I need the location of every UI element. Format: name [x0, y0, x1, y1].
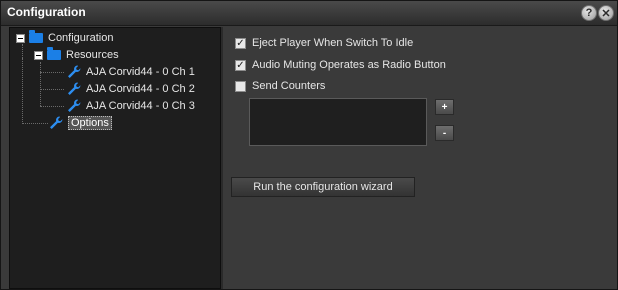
minus-icon: -	[442, 127, 447, 139]
send-counters-checkbox[interactable]	[235, 80, 246, 92]
add-counter-button[interactable]: +	[435, 99, 454, 115]
eject-player-checkbox[interactable]: ✓	[235, 37, 246, 49]
tree-line	[22, 44, 23, 58]
wrench-icon	[50, 116, 63, 129]
tree-line	[22, 58, 23, 122]
run-config-wizard-button[interactable]: Run the configuration wizard	[231, 177, 415, 197]
send-counters-option[interactable]: Send Counters	[235, 78, 325, 94]
tree-label: AJA Corvid44 - 0 Ch 2	[86, 83, 195, 95]
tree-line	[40, 72, 64, 73]
remove-counter-button[interactable]: -	[435, 125, 454, 141]
wrench-icon	[68, 65, 81, 78]
tree-line	[40, 89, 64, 90]
tree-node-configuration[interactable]: Configuration	[16, 30, 113, 46]
help-button[interactable]: ?	[581, 5, 597, 21]
audio-muting-option[interactable]: ✓ Audio Muting Operates as Radio Button	[235, 57, 446, 73]
tree-label: Configuration	[48, 32, 114, 44]
tree-line	[22, 123, 48, 124]
folder-icon	[29, 30, 43, 43]
audio-muting-label: Audio Muting Operates as Radio Button	[252, 59, 446, 71]
audio-muting-checkbox[interactable]: ✓	[235, 59, 246, 71]
tree-node-resources[interactable]: Resources	[34, 47, 119, 63]
collapse-toggle[interactable]	[34, 50, 43, 60]
tree-line	[40, 62, 41, 106]
folder-icon	[47, 47, 61, 60]
counters-list[interactable]	[249, 98, 427, 146]
tree-node-channel-2[interactable]: AJA Corvid44 - 0 Ch 2	[66, 81, 195, 97]
wrench-icon	[68, 82, 81, 95]
wizard-button-label: Run the configuration wizard	[253, 181, 393, 193]
wrench-icon	[68, 99, 81, 112]
help-icon: ?	[585, 7, 593, 19]
config-tree-panel[interactable]: Configuration Resources AJA Corvid44 - 0…	[9, 27, 221, 289]
tree-line	[40, 106, 64, 107]
send-counters-label: Send Counters	[252, 80, 326, 92]
tree-label-selected: Options	[68, 116, 112, 130]
collapse-toggle[interactable]	[16, 33, 25, 43]
close-button[interactable]: ✕	[598, 5, 614, 21]
options-panel: ✓ Eject Player When Switch To Idle ✓ Aud…	[223, 27, 617, 289]
tree-node-channel-3[interactable]: AJA Corvid44 - 0 Ch 3	[66, 98, 195, 114]
tree-node-options[interactable]: Options	[48, 115, 112, 131]
title-bar: Configuration ? ✕	[1, 1, 617, 26]
eject-player-option[interactable]: ✓ Eject Player When Switch To Idle	[235, 35, 413, 51]
tree-label: AJA Corvid44 - 0 Ch 1	[86, 66, 195, 78]
configuration-window: Configuration ? ✕ Configuration Resource…	[0, 0, 618, 290]
eject-player-label: Eject Player When Switch To Idle	[252, 37, 414, 49]
tree-label: AJA Corvid44 - 0 Ch 3	[86, 100, 195, 112]
close-icon: ✕	[601, 7, 611, 20]
tree-node-channel-1[interactable]: AJA Corvid44 - 0 Ch 1	[66, 64, 195, 80]
window-title: Configuration	[7, 5, 86, 19]
tree-label: Resources	[66, 49, 119, 61]
plus-icon: +	[441, 101, 448, 113]
